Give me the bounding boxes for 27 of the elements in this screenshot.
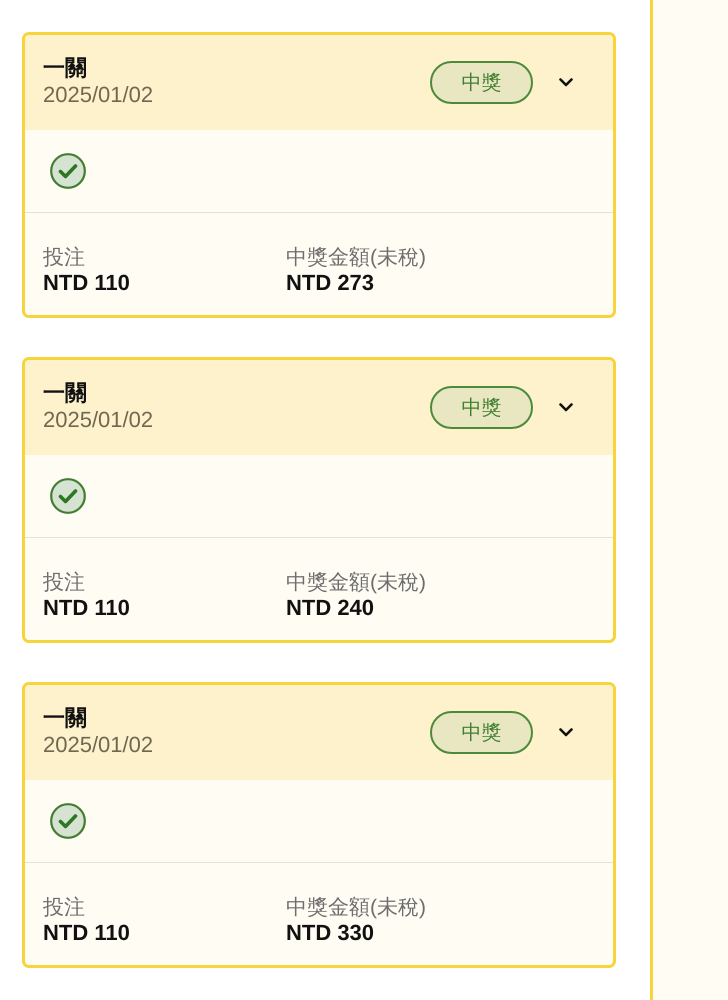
card-date: 2025/01/02	[43, 731, 154, 759]
bet-amount: NTD 110	[43, 595, 130, 621]
bet-label: 投注	[43, 895, 85, 920]
bet-label: 投注	[43, 570, 85, 595]
payout-label: 中獎金額(未稅)	[286, 895, 426, 920]
bet-amount: NTD 110	[43, 920, 130, 946]
card-date: 2025/01/02	[43, 81, 154, 109]
check-circle-icon	[50, 153, 86, 189]
status-badge: 中獎	[430, 60, 533, 104]
payout-label: 中獎金額(未稅)	[286, 570, 426, 595]
card-title: 一關	[43, 55, 88, 81]
card-title: 一關	[43, 380, 88, 406]
chevron-icon	[559, 728, 573, 736]
payout-label: 中獎金額(未稅)	[286, 245, 426, 270]
check-circle-icon	[50, 803, 86, 839]
chevron-icon	[559, 402, 573, 412]
payout-amount: NTD 330	[286, 920, 374, 946]
bet-amount: NTD 110	[43, 270, 130, 296]
card-date: 2025/01/02	[43, 406, 154, 434]
bet-label: 投注	[43, 245, 85, 270]
status-badge: 中獎	[430, 710, 533, 754]
card-title: 一關	[43, 705, 88, 731]
check-circle-icon	[50, 478, 86, 514]
chevron-icon	[559, 78, 573, 86]
payout-amount: NTD 273	[286, 270, 374, 296]
status-badge: 中獎	[430, 386, 533, 428]
payout-amount: NTD 240	[286, 595, 374, 621]
